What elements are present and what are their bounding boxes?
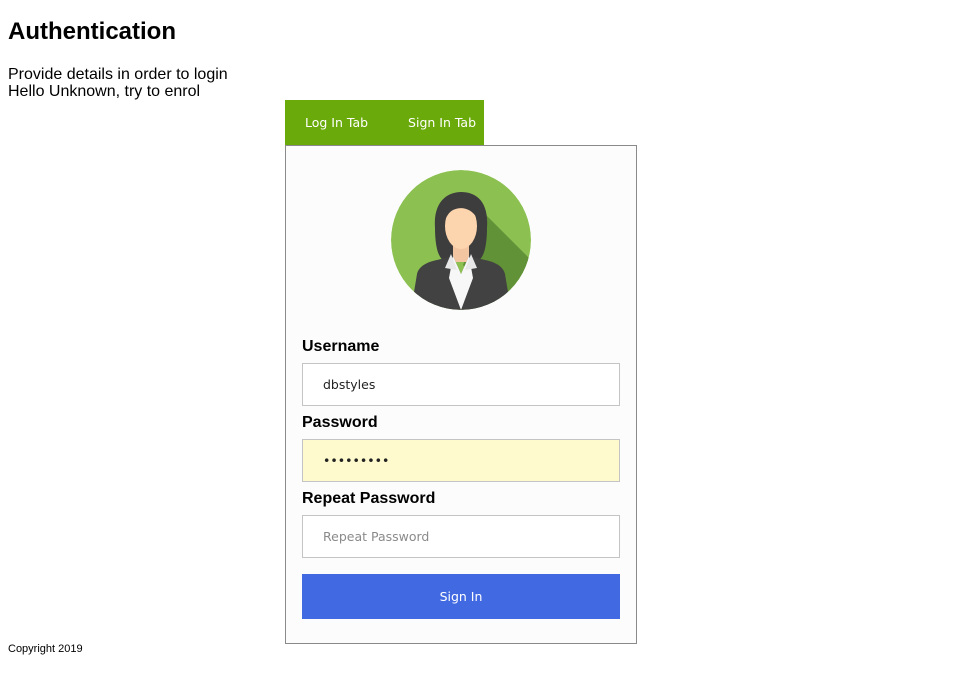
tab-bar: Log In Tab Sign In Tab — [285, 100, 484, 145]
password-input[interactable] — [302, 439, 620, 482]
tab-log-in[interactable]: Log In Tab — [305, 100, 368, 145]
page-title: Authentication — [8, 18, 176, 45]
username-input[interactable] — [302, 363, 620, 406]
username-label: Username — [302, 338, 380, 355]
intro-text: Provide details in order to login Hello … — [8, 66, 228, 100]
repeat-password-label: Repeat Password — [302, 490, 436, 507]
tab-sign-in[interactable]: Sign In Tab — [408, 100, 476, 145]
password-label: Password — [302, 414, 378, 431]
female-user-avatar-icon — [391, 170, 531, 310]
sign-in-button[interactable]: Sign In — [302, 574, 620, 619]
greeting-text: Hello Unknown, try to enrol — [8, 83, 201, 100]
sign-in-card: Username Password Repeat Password Sign I… — [285, 145, 637, 644]
repeat-password-input[interactable] — [302, 515, 620, 558]
copyright-text: Copyright 2019 — [8, 643, 83, 655]
intro-instruction: Provide details in order to login — [8, 66, 228, 83]
